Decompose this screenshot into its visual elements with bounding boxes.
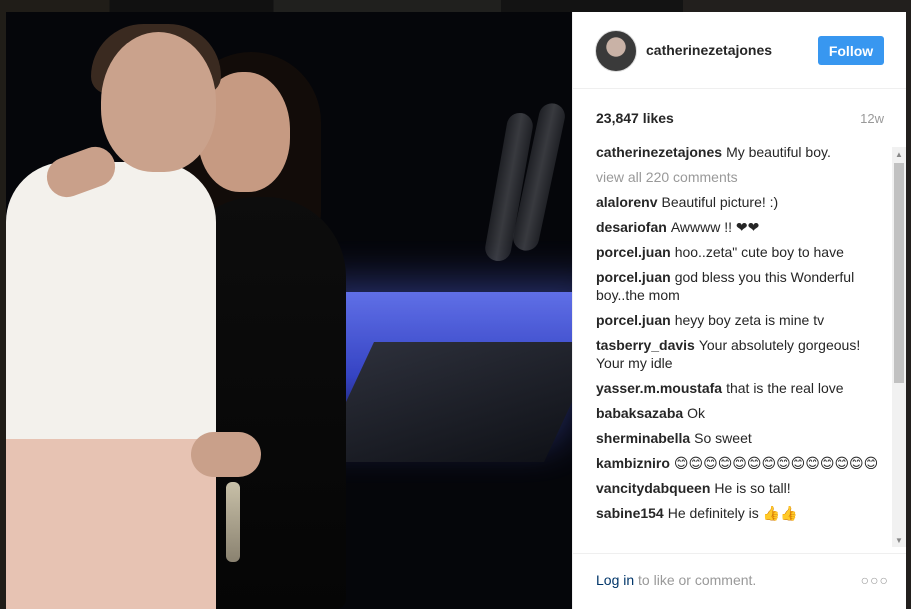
comment-text: 😊😊😊😊😊😊😊😊😊😊😊😊😊😊 xyxy=(673,455,879,471)
post-modal: catherinezetajones Follow 23,847 likes 1… xyxy=(6,12,906,609)
login-link[interactable]: Log in xyxy=(596,572,634,588)
comments-scrollbar[interactable]: ▲ ▼ xyxy=(892,147,906,547)
comment-text: Awwww !! ❤❤ xyxy=(670,219,760,235)
comment-user[interactable]: porcel.juan xyxy=(596,312,671,328)
comment-text: So sweet xyxy=(694,430,752,446)
comment-user[interactable]: porcel.juan xyxy=(596,269,671,285)
post-sidebar: catherinezetajones Follow 23,847 likes 1… xyxy=(572,12,906,609)
comment-item: alalorenv Beautiful picture! :) xyxy=(596,193,886,211)
comment-item: porcel.juan heyy boy zeta is mine tv xyxy=(596,311,886,329)
comment-text: My beautiful boy. xyxy=(726,144,831,160)
caption: catherinezetajones My beautiful boy. xyxy=(596,143,886,161)
scrollbar-thumb[interactable] xyxy=(894,163,904,383)
post-header: catherinezetajones Follow xyxy=(573,12,906,89)
comment-user[interactable]: alalorenv xyxy=(596,194,657,210)
more-options-icon[interactable]: ○○○ xyxy=(861,572,889,588)
comment-user[interactable]: sherminabella xyxy=(596,430,690,446)
comments-list: catherinezetajones My beautiful boy. view… xyxy=(596,143,886,543)
comment-user[interactable]: sabine154 xyxy=(596,505,664,521)
comment-item: porcel.juan god bless you this Wonderful … xyxy=(596,268,886,304)
comment-user[interactable]: yasser.m.moustafa xyxy=(596,380,722,396)
comment-text: Ok xyxy=(687,405,706,421)
hand xyxy=(191,432,261,477)
comment-user[interactable]: babaksazaba xyxy=(596,405,683,421)
comment-text: He is so tall! xyxy=(714,480,791,496)
comment-user[interactable]: tasberry_davis xyxy=(596,337,695,353)
comment-item: porcel.juan hoo..zeta" cute boy to have xyxy=(596,243,886,261)
comment-user[interactable]: porcel.juan xyxy=(596,244,671,260)
comment-user[interactable]: vancitydabqueen xyxy=(596,480,710,496)
comment-item: babaksazaba Ok xyxy=(596,404,886,422)
comment-text: He definitely is 👍👍 xyxy=(667,505,798,521)
scroll-down-icon[interactable]: ▼ xyxy=(892,533,906,547)
profile-avatar[interactable] xyxy=(595,30,637,72)
comment-item: vancitydabqueen He is so tall! xyxy=(596,479,886,497)
comment-user[interactable]: kambizniro xyxy=(596,455,670,471)
belt xyxy=(226,482,240,562)
comment-item: sabine154 He definitely is 👍👍 xyxy=(596,504,886,522)
comment-user[interactable]: catherinezetajones xyxy=(596,144,722,160)
comment-item: desariofan Awwww !! ❤❤ xyxy=(596,218,886,236)
boy-figure xyxy=(6,162,216,609)
comment-item: kambizniro 😊😊😊😊😊😊😊😊😊😊😊😊😊😊 xyxy=(596,454,886,472)
comment-item: sherminabella So sweet xyxy=(596,429,886,447)
post-footer: Log in to like or comment. ○○○ xyxy=(573,553,906,609)
boy-face xyxy=(101,32,216,172)
comment-text: that is the real love xyxy=(726,380,844,396)
comment-text: Beautiful picture! :) xyxy=(661,194,779,210)
comment-text: heyy boy zeta is mine tv xyxy=(674,312,825,328)
comment-user[interactable]: desariofan xyxy=(596,219,667,235)
likes-count[interactable]: 23,847 likes xyxy=(596,110,674,126)
view-all-comments-link[interactable]: view all 220 comments xyxy=(596,168,886,186)
comment-text: hoo..zeta" cute boy to have xyxy=(674,244,844,260)
username-link[interactable]: catherinezetajones xyxy=(646,42,772,58)
post-photo xyxy=(6,12,572,609)
comment-item: tasberry_davis Your absolutely gorgeous! … xyxy=(596,336,886,372)
login-prompt: Log in to like or comment. xyxy=(596,572,756,588)
post-age[interactable]: 12w xyxy=(860,111,884,126)
follow-button[interactable]: Follow xyxy=(818,36,884,65)
scroll-up-icon[interactable]: ▲ xyxy=(892,147,906,161)
login-prompt-text: to like or comment. xyxy=(634,572,757,588)
comment-item: yasser.m.moustafa that is the real love xyxy=(596,379,886,397)
